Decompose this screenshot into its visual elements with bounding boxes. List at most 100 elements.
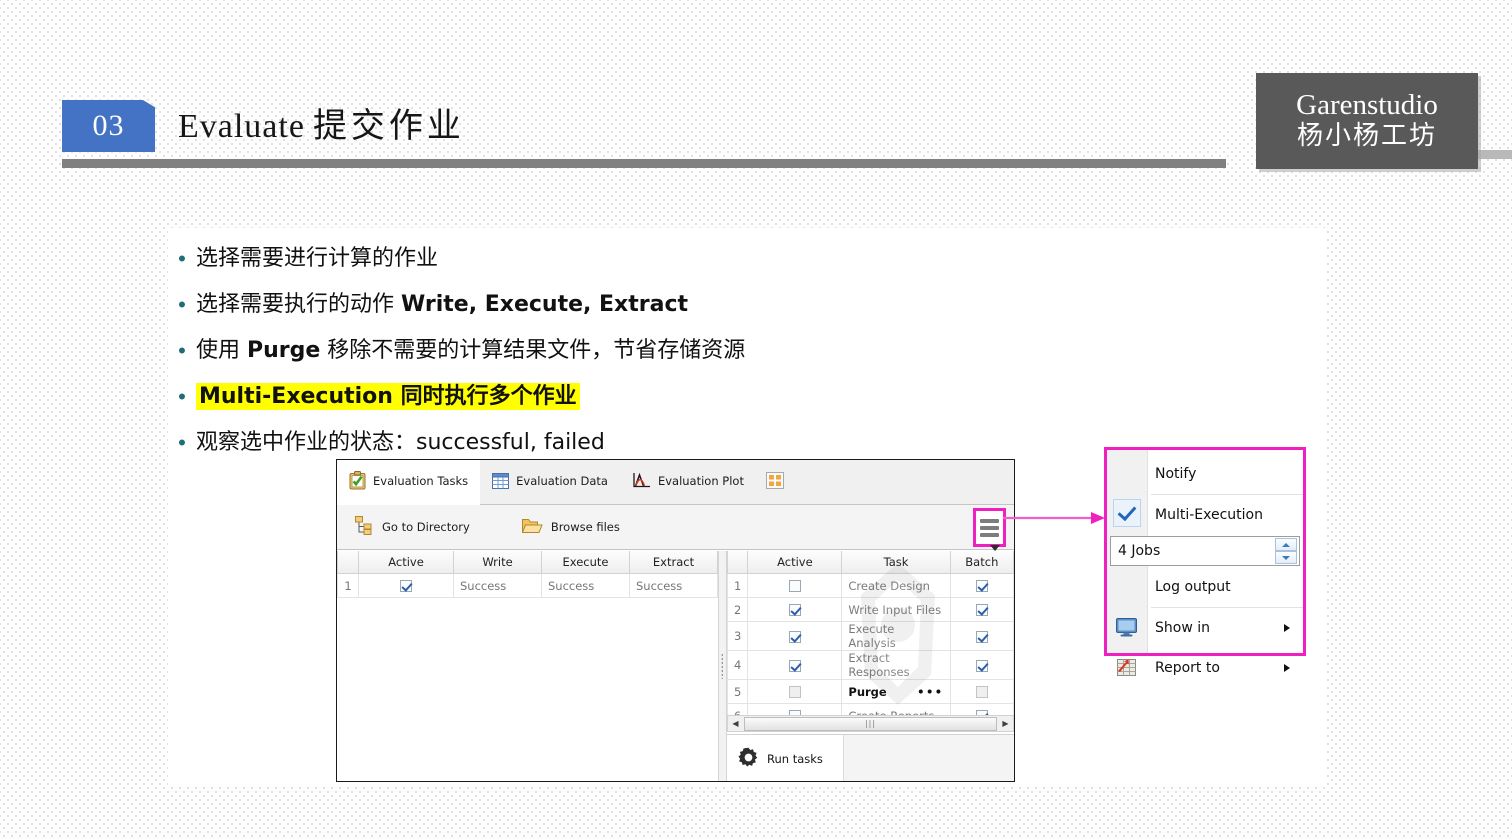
jobs-table: Active Write Execute Extract 1 Success S…	[337, 551, 718, 598]
horizontal-scrollbar[interactable]: ◀ ||| ▶	[727, 715, 1014, 732]
task-active-cell[interactable]	[747, 621, 843, 651]
menu-item-report-to[interactable]: Report to	[1107, 648, 1303, 688]
hamburger-menu-icon[interactable]	[973, 508, 1006, 547]
checkbox[interactable]	[788, 580, 801, 592]
slide-number: 03	[92, 109, 125, 142]
task-name-cell: Purge •••	[841, 679, 951, 704]
list-item-highlighted: • Multi-Execution 同时执行多个作业	[168, 375, 1326, 421]
tab-bar: Evaluation Tasks Evaluation Data Evaluat…	[337, 460, 1014, 505]
toolbar-label: Browse files	[550, 520, 620, 534]
table-grid-icon	[492, 472, 510, 492]
menu-item-log-output[interactable]: Log output	[1107, 567, 1303, 607]
stepper-up-button[interactable]	[1275, 538, 1297, 551]
job-execute-cell: Success	[541, 573, 630, 598]
check-icon[interactable]	[1113, 499, 1141, 527]
run-tasks-button[interactable]: Run tasks	[727, 735, 844, 781]
context-menu: Notify Multi-Execution 4 Jobs Log output	[1104, 447, 1306, 676]
checkbox[interactable]	[788, 659, 801, 672]
bullet-dot-icon: •	[178, 430, 186, 455]
task-active-cell[interactable]	[747, 573, 843, 598]
column-header-batch[interactable]: Batch	[949, 551, 1014, 574]
jobs-count-stepper[interactable]: 4 Jobs	[1110, 536, 1300, 566]
checkbox[interactable]	[975, 604, 988, 616]
brand-logo: Garenstudio 杨小杨工坊	[1256, 73, 1478, 169]
jobs-count-value[interactable]: 4 Jobs	[1111, 543, 1275, 559]
scroll-right-arrow[interactable]: ▶	[998, 716, 1013, 731]
task-batch-cell[interactable]	[949, 621, 1014, 651]
table-header-row: Active Write Execute Extract	[337, 551, 718, 574]
column-header-write[interactable]: Write	[453, 551, 542, 574]
splitter-grip	[721, 653, 723, 679]
bullet-text-tail: 移除不需要的计算结果文件，节省存储资源	[320, 338, 746, 363]
browse-files-button[interactable]: Browse files	[508, 509, 634, 545]
task-batch-cell[interactable]	[949, 679, 1014, 704]
table-row[interactable]: 1 Create Design	[726, 573, 1014, 598]
folder-open-icon	[521, 517, 543, 537]
task-batch-cell[interactable]	[949, 597, 1014, 622]
toolbar-label: Go to Directory	[382, 520, 470, 534]
table-row[interactable]: 4 Extract Responses	[726, 650, 1014, 680]
row-number: 3	[726, 621, 749, 651]
task-overflow-dots[interactable]: •••	[917, 685, 944, 699]
table-row[interactable]: 3 Execute Analysis	[726, 621, 1014, 651]
panel-splitter[interactable]	[718, 551, 727, 781]
task-active-cell[interactable]	[747, 679, 843, 704]
checkbox[interactable]	[400, 580, 412, 592]
row-number: 5	[726, 679, 749, 704]
task-batch-cell[interactable]	[949, 650, 1014, 680]
menu-item-notify[interactable]: Notify	[1107, 454, 1303, 494]
column-header-active[interactable]: Active	[747, 551, 843, 574]
column-header-active[interactable]: Active	[358, 551, 454, 574]
table-row[interactable]: 5 Purge •••	[726, 679, 1014, 704]
hamburger-bar	[980, 525, 999, 530]
table-row[interactable]: 1 Success Success Success	[337, 573, 718, 598]
row-number: 2	[726, 597, 749, 622]
checkbox[interactable]	[788, 604, 801, 616]
bullet-list: • 选择需要进行计算的作业 • 选择需要执行的动作 Write, Execute…	[168, 228, 1326, 467]
go-to-directory-button[interactable]: Go to Directory	[341, 509, 484, 545]
tab-label: Evaluation Plot	[657, 474, 744, 489]
column-header-extract[interactable]: Extract	[629, 551, 718, 574]
checkbox[interactable]	[788, 630, 801, 643]
task-name: Create Design	[848, 578, 930, 593]
page-title-en: Evaluate	[178, 108, 305, 145]
tab-label: Evaluation Data	[516, 474, 608, 489]
checkbox[interactable]	[975, 630, 988, 643]
job-write-cell: Success	[453, 573, 542, 598]
tab-evaluation-tasks[interactable]: Evaluation Tasks	[337, 460, 481, 505]
column-header-task[interactable]: Task	[841, 551, 951, 574]
job-extract-cell: Success	[629, 573, 718, 598]
list-item: • 选择需要进行计算的作业	[168, 237, 1326, 283]
table-row[interactable]: 2 Write Input Files	[726, 597, 1014, 622]
scrollbar-thumb[interactable]: |||	[744, 716, 997, 731]
bullet-text: 选择需要进行计算的作业	[196, 237, 438, 281]
checkbox[interactable]	[975, 686, 988, 698]
tab-evaluation-plot[interactable]: Evaluation Plot	[620, 460, 756, 505]
task-name: Execute Analysis	[848, 622, 896, 650]
checkbox[interactable]	[788, 686, 801, 698]
scroll-left-arrow[interactable]: ◀	[728, 716, 743, 731]
tasks-table: Active Task Batch 1 Create Design 2 Write I…	[726, 551, 1014, 728]
task-batch-cell[interactable]	[949, 573, 1014, 598]
slide-number-badge: 03	[62, 100, 155, 152]
bullet-text-plain: 选择需要进行计算的作业	[196, 246, 439, 271]
stepper-down-button[interactable]	[1275, 551, 1297, 564]
task-active-cell[interactable]	[747, 597, 843, 622]
task-name-cell: Write Input Files	[841, 597, 951, 622]
bullet-text-highlight: Multi-Execution 同时执行多个作业	[196, 383, 580, 410]
job-active-cell[interactable]	[358, 573, 454, 598]
tab-layout-grid[interactable]	[756, 460, 801, 505]
tables-area: Active Write Execute Extract 1 Success S…	[337, 551, 1014, 781]
checkbox[interactable]	[975, 659, 988, 672]
bullet-text-plain: 观察选中作业的状态：successful, failed	[196, 430, 605, 455]
menu-item-show-in[interactable]: Show in	[1107, 608, 1303, 648]
task-active-cell[interactable]	[747, 650, 843, 680]
menu-item-label: Show in	[1155, 620, 1210, 636]
menu-item-multi-execution[interactable]: Multi-Execution	[1107, 495, 1303, 535]
list-item: • 选择需要执行的动作 Write, Execute, Extract	[168, 283, 1326, 329]
tab-evaluation-data[interactable]: Evaluation Data	[480, 460, 620, 505]
checkbox[interactable]	[975, 580, 988, 592]
stepper-buttons[interactable]	[1275, 538, 1297, 564]
column-header-execute[interactable]: Execute	[541, 551, 630, 574]
list-item: • 使用 Purge 移除不需要的计算结果文件，节省存储资源	[168, 329, 1326, 375]
